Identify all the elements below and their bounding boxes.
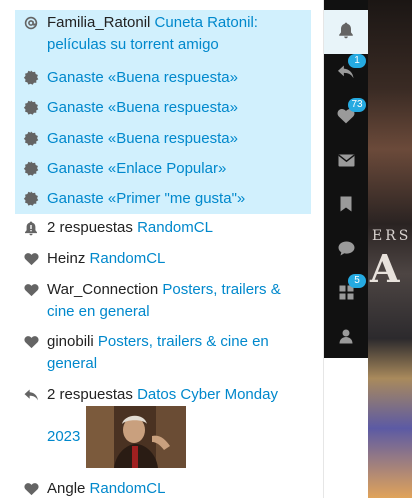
notification-item[interactable]: Familia_Ratonil Cuneta Ratonil: película… [15, 10, 311, 64]
apps-badge: 5 [348, 274, 366, 288]
heart-icon [21, 248, 41, 270]
badge-icon [21, 67, 41, 89]
notification-item[interactable]: ginobili Posters, trailers & cine en gen… [15, 331, 311, 377]
notification-item[interactable]: Ganaste «Buena respuesta» [15, 93, 311, 123]
notification-link[interactable]: Ganaste «Buena respuesta» [47, 130, 238, 147]
notification-link[interactable]: RandomCL [137, 219, 213, 236]
notification-link[interactable]: Ganaste «Enlace Popular» [47, 160, 226, 177]
notification-item[interactable]: Ganaste «Primer "me gusta"» [15, 184, 311, 214]
notification-link[interactable]: RandomCL [90, 480, 166, 497]
replies-button[interactable]: 1 [324, 52, 368, 96]
artwork-text: ERSE [372, 228, 412, 244]
notification-link[interactable]: Ganaste «Buena respuesta» [47, 69, 238, 86]
notification-item[interactable]: Ganaste «Enlace Popular» [15, 154, 311, 184]
notification-user: Familia_Ratonil [47, 14, 151, 31]
notifications-panel: Familia_Ratonil Cuneta Ratonil: película… [0, 0, 324, 498]
thread-thumbnail[interactable] [86, 406, 187, 468]
notification-link[interactable]: Ganaste «Buena respuesta» [47, 99, 238, 116]
likes-badge: 73 [348, 98, 366, 112]
chat-icon [338, 241, 355, 260]
badge-icon [21, 188, 41, 210]
notification-user: 2 respuestas [47, 219, 133, 236]
badge-icon [21, 128, 41, 150]
reply-icon [21, 384, 41, 406]
notification-item[interactable]: 2 respuestas Datos Cyber Monday 2023 [15, 384, 311, 472]
mention-icon [21, 12, 41, 34]
badge-icon [21, 97, 41, 119]
notification-item[interactable]: War_Connection Posters, trailers & cine … [15, 279, 311, 325]
envelope-icon [337, 154, 355, 171]
header-icon-bar: 1 73 5 [324, 0, 368, 358]
user-menu-button[interactable] [324, 316, 368, 360]
notification-item[interactable]: Angle RandomCL [15, 478, 311, 498]
notification-link[interactable]: RandomCL [90, 250, 166, 267]
badge-icon [21, 158, 41, 180]
apps-button[interactable]: 5 [324, 272, 368, 316]
background-artwork: ERSE A [368, 0, 412, 498]
notifications-button[interactable] [324, 10, 368, 54]
bookmark-icon [340, 196, 352, 216]
notification-link[interactable]: Ganaste «Primer "me gusta"» [47, 190, 245, 207]
heart-icon [21, 478, 41, 498]
bell-icon [338, 22, 354, 43]
user-icon [339, 329, 353, 348]
notification-item[interactable]: Ganaste «Buena respuesta» [15, 62, 311, 93]
notification-item[interactable]: Heinz RandomCL [15, 248, 311, 272]
notification-user: 2 respuestas [47, 386, 133, 403]
likes-button[interactable]: 73 [324, 96, 368, 140]
notification-user: Angle [47, 480, 86, 497]
bell-icon [21, 217, 41, 239]
bookmarks-button[interactable] [324, 184, 368, 228]
chat-button[interactable] [324, 228, 368, 272]
notification-item[interactable]: Ganaste «Buena respuesta» [15, 123, 311, 154]
notification-user: ginobili [47, 333, 94, 350]
messages-button[interactable] [324, 140, 368, 184]
notification-user: War_Connection [47, 281, 159, 298]
heart-icon [21, 279, 41, 301]
heart-icon [21, 331, 41, 353]
notification-item[interactable]: 2 respuestas RandomCL [15, 217, 311, 241]
replies-badge: 1 [348, 54, 366, 68]
notification-user: Heinz [47, 250, 86, 267]
artwork-letter: A [370, 246, 400, 291]
